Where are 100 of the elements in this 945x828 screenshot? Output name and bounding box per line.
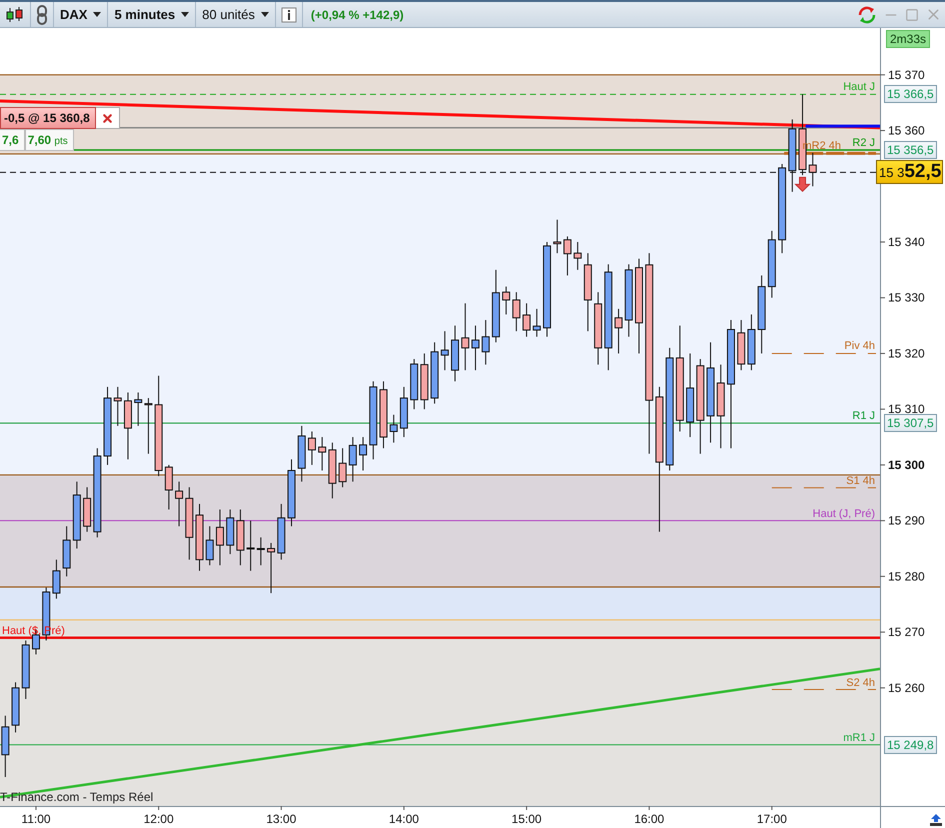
candlestick	[226, 509, 234, 555]
candlestick	[175, 481, 184, 527]
price-tick-label: 15 360	[888, 124, 925, 138]
candlestick	[410, 358, 418, 410]
price-tick-label: 15 280	[888, 569, 925, 584]
candlestick	[288, 458, 296, 527]
time-tick-label: 11:00	[21, 812, 51, 826]
candlestick	[348, 436, 357, 482]
price-tick-label: 15 270	[888, 625, 925, 640]
points-value: 7,60 pts	[24, 129, 74, 151]
level-label: S1 4h	[846, 474, 875, 487]
candlestick	[338, 448, 347, 488]
price-tick-label: 15 310	[888, 402, 925, 416]
price-tick-label: 15 290	[888, 514, 925, 528]
candlestick-icon[interactable]	[5, 6, 25, 24]
candlestick	[440, 330, 449, 371]
candlestick	[267, 542, 276, 594]
chain-link-icon[interactable]	[36, 4, 48, 24]
time-tick-label: 13:00	[266, 812, 296, 826]
level-label: R2 J	[852, 137, 875, 150]
candlestick	[298, 425, 306, 482]
price-tick-label: 15 260	[888, 680, 925, 695]
candlestick	[461, 302, 470, 371]
level-label: Haut J	[843, 81, 875, 94]
price-tick-label: 15 330	[888, 290, 925, 305]
candlestick	[83, 486, 92, 532]
candlestick	[236, 509, 244, 566]
data-source-text: T-Finance.com - Temps Réel	[0, 790, 154, 804]
time-tick-label: 16:00	[634, 812, 664, 826]
candlestick	[512, 292, 520, 332]
candlestick	[124, 392, 132, 460]
candlestick	[471, 325, 480, 371]
caret-icon	[181, 12, 190, 17]
candlestick	[22, 640, 30, 700]
order-label: -0,5 @ 15 360,8	[0, 107, 96, 129]
price-tick-label: 15 340	[888, 235, 925, 249]
candlestick	[390, 414, 398, 444]
candlestick	[420, 352, 428, 410]
candlestick	[522, 302, 531, 338]
candlestick	[206, 526, 214, 566]
candlestick	[614, 308, 623, 354]
candlestick	[12, 682, 20, 733]
price-tick-label: 15 370	[888, 68, 925, 82]
candlestick	[451, 325, 460, 382]
candlestick	[328, 442, 336, 499]
time-tick-label: 15:00	[512, 812, 542, 826]
candlestick	[808, 152, 817, 187]
candlestick	[256, 536, 265, 566]
candlestick	[532, 308, 541, 338]
level-label: Haut (J, Pré)	[812, 508, 875, 520]
units-dropdown[interactable]: 80 unités	[196, 2, 276, 27]
refresh-icon[interactable]	[857, 6, 877, 24]
level-price-tag: 15 249,8	[884, 736, 937, 754]
info-icon[interactable]	[280, 6, 297, 22]
candlestick	[359, 436, 368, 471]
level-label: Piv 4h	[844, 340, 875, 352]
price-tick-label: 15 300	[888, 458, 925, 472]
down-arrow-icon	[794, 176, 811, 192]
candlestick	[502, 286, 510, 315]
candlestick	[747, 314, 756, 371]
price-change: (+0,94 % +142,9)	[310, 8, 405, 22]
candlestick	[482, 320, 490, 366]
caret-icon	[93, 12, 102, 17]
caret-icon	[260, 12, 269, 17]
candlestick	[1, 715, 10, 778]
candlestick	[72, 481, 81, 550]
candle-timer: 2m33s	[886, 30, 930, 48]
level-price-tag: 15 307,5	[884, 414, 937, 432]
candlestick	[246, 520, 255, 572]
time-tick-label: 14:00	[388, 812, 419, 826]
level-label: mR1 J	[843, 732, 875, 744]
candlestick	[164, 464, 173, 510]
candlestick	[308, 431, 316, 466]
gain-value: 7,6	[0, 129, 25, 151]
level-price-tag: 15 356,5	[884, 141, 937, 160]
candlestick	[430, 342, 439, 404]
price-tick-label: 15 320	[888, 346, 925, 360]
level-label: S2 4h	[846, 676, 875, 689]
close-icon[interactable]	[100, 112, 114, 124]
candlestick	[196, 503, 204, 572]
level-price-tag: 15 366,5	[884, 85, 937, 104]
candlestick	[574, 242, 582, 270]
candlestick	[400, 386, 408, 438]
arrow-up-icon[interactable]	[930, 814, 942, 826]
candlestick	[768, 230, 776, 298]
candlestick	[62, 526, 71, 577]
candlestick	[553, 219, 562, 254]
instrument-dropdown[interactable]: DAX	[54, 2, 108, 27]
candlestick	[52, 559, 60, 600]
time-tick-label: 17:00	[756, 812, 787, 826]
current-price-tag: 15 352,5	[876, 160, 944, 184]
candlestick	[318, 436, 326, 471]
candlestick	[216, 509, 224, 566]
candlestick	[114, 386, 122, 426]
candlestick	[134, 392, 142, 426]
close-order-button[interactable]	[96, 107, 120, 129]
period-dropdown[interactable]: 5 minutes	[108, 2, 196, 27]
time-tick-label: 12:00	[144, 812, 174, 826]
candlestick	[144, 398, 152, 454]
candlestick	[379, 380, 388, 449]
